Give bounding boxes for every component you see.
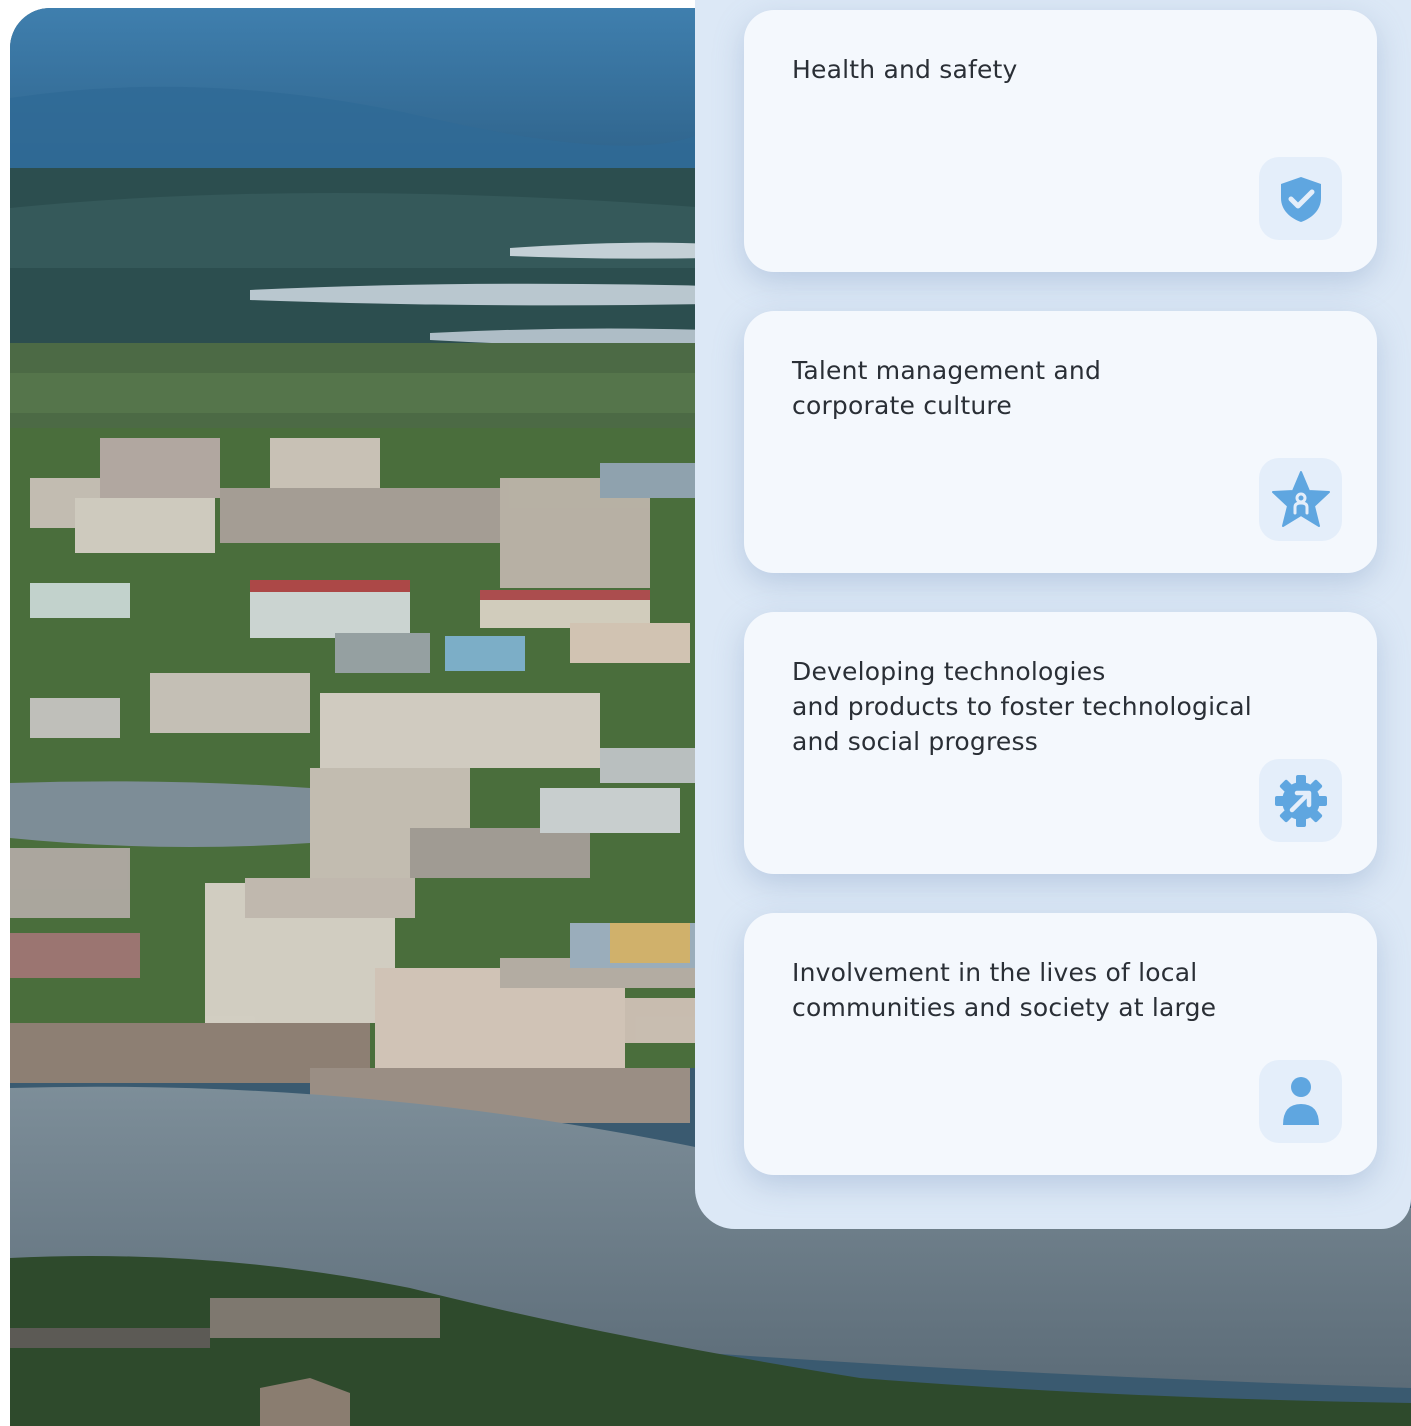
card-local-communities[interactable]: Involvement in the lives of local commun… (744, 913, 1377, 1175)
person-icon (1282, 1076, 1319, 1125)
shield-check-icon (1280, 176, 1321, 222)
card-developing-technologies[interactable]: Developing technologies and products to … (744, 612, 1377, 874)
gear-arrow-icon (1274, 774, 1327, 827)
icon-tile (1259, 759, 1342, 842)
card-title: Involvement in the lives of local commun… (792, 958, 1217, 1022)
icon-tile (1259, 458, 1342, 541)
page: Health and safety Talent management and … (0, 0, 1411, 1426)
icon-tile (1259, 1060, 1342, 1143)
card-title: Developing technologies and products to … (792, 657, 1252, 756)
card-talent-management[interactable]: Talent management and corporate culture (744, 311, 1377, 573)
card-health-and-safety[interactable]: Health and safety (744, 10, 1377, 272)
card-title: Talent management and corporate culture (792, 356, 1102, 420)
icon-tile (1259, 157, 1342, 240)
card-title: Health and safety (792, 55, 1018, 84)
star-person-icon (1271, 470, 1330, 527)
